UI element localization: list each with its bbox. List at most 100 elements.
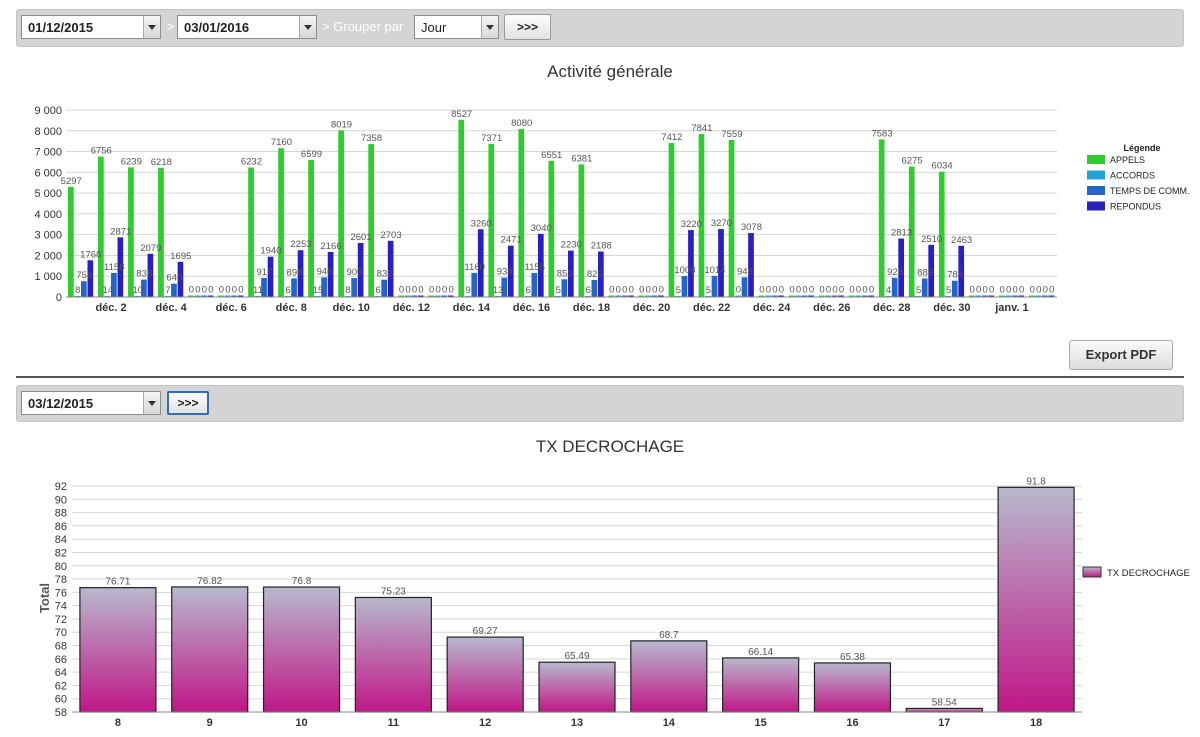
activity-data-label: 0 <box>429 285 434 296</box>
activity-bar <box>711 275 718 297</box>
activity-bar <box>921 278 928 297</box>
tx-data-label: 76.8 <box>292 576 312 587</box>
activity-data-label: 5 <box>946 285 951 296</box>
export-pdf-button[interactable]: Export PDF <box>1069 340 1173 370</box>
group-by-select[interactable]: Jour <box>414 15 499 39</box>
y-tick-label: 66 <box>55 654 67 666</box>
tx-bar <box>538 661 616 713</box>
activity-bar <box>561 279 568 297</box>
activity-bar <box>368 144 375 297</box>
activity-bar <box>308 159 314 297</box>
activity-data-label: 7559 <box>721 129 742 140</box>
date-filter-toolbar: 01/12/2015 > 03/01/2016 > Grouper par Jo… <box>16 9 1184 47</box>
activity-data-label: 0 <box>802 285 807 296</box>
date-from-select[interactable]: 01/12/2015 <box>21 15 161 39</box>
activity-data-label: 909 <box>347 267 363 278</box>
activity-data-label: 6232 <box>241 157 262 168</box>
activity-data-label: 6551 <box>541 150 562 161</box>
y-tick-label: 82 <box>55 547 67 559</box>
activity-bar <box>338 130 344 297</box>
activity-data-label: 0 <box>849 285 854 296</box>
activity-data-label: 0 <box>856 285 861 296</box>
activity-data-label: 0 <box>826 285 831 296</box>
date-to-select[interactable]: 03/01/2016 <box>177 15 317 39</box>
chevron-down-icon[interactable] <box>299 16 316 38</box>
tx-bar <box>171 586 249 713</box>
activity-data-label: 0 <box>208 285 213 296</box>
y-tick-label: 3 000 <box>34 230 62 242</box>
activity-data-label: 0 <box>862 285 867 296</box>
tx-data-label: 65.49 <box>564 651 589 662</box>
chevron-down-icon[interactable] <box>143 392 160 414</box>
activity-bar <box>98 156 104 297</box>
day-date-select[interactable]: 03/12/2015 <box>21 391 161 415</box>
chevron-down-icon[interactable] <box>143 16 160 38</box>
activity-data-label: 0 <box>225 285 230 296</box>
activity-data-label: 1158 <box>104 262 124 273</box>
y-tick-label: 72 <box>55 614 67 626</box>
activity-data-label: 8527 <box>451 109 472 120</box>
y-tick-label: 6 000 <box>34 167 62 179</box>
activity-data-label: 5 <box>676 285 681 296</box>
x-tick-label: 14 <box>663 717 676 729</box>
day-date-value: 03/12/2015 <box>28 396 94 411</box>
tx-data-label: 58.54 <box>932 697 957 708</box>
apply-range-button[interactable]: >>> <box>504 14 551 40</box>
legend-entry: APPELS <box>1110 155 1145 165</box>
legend-swatch <box>1087 201 1105 211</box>
activity-data-label: 5 <box>916 285 921 296</box>
activity-data-label: 0 <box>1036 285 1041 296</box>
activity-bar <box>278 148 284 297</box>
tx-data-label: 76.71 <box>105 577 130 588</box>
activity-data-label: 0 <box>796 285 801 296</box>
y-tick-label: 92 <box>55 481 67 493</box>
activity-data-label: 948 <box>737 266 753 277</box>
x-tick-label: 18 <box>1030 717 1042 729</box>
activity-data-label: 640 <box>166 273 182 284</box>
tx-data-label: 65.38 <box>840 652 865 663</box>
x-tick-label: 13 <box>571 717 583 729</box>
activity-data-label: 8 <box>345 285 350 296</box>
activity-data-label: 923 <box>887 267 903 278</box>
activity-data-label: 3260 <box>471 218 492 229</box>
activity-data-label: 7371 <box>481 133 502 144</box>
activity-bar <box>458 119 465 298</box>
activity-chart-title: Activité générale <box>547 62 673 81</box>
x-tick-label: 11 <box>388 717 400 729</box>
activity-data-label: 15 <box>313 285 324 296</box>
activity-data-label: 0 <box>629 285 634 296</box>
activity-bar <box>748 233 754 297</box>
activity-data-label: 5 <box>556 285 561 296</box>
activity-data-label: 0 <box>1006 285 1011 296</box>
activity-data-label: 0 <box>448 285 453 296</box>
activity-data-label: 8 <box>75 285 80 296</box>
activity-data-label: 889 <box>917 268 933 279</box>
activity-data-label: 2188 <box>591 241 612 252</box>
y-tick-label: 84 <box>55 534 67 546</box>
x-tick-label: déc. 6 <box>216 302 247 314</box>
activity-data-label: 2601 <box>350 232 371 243</box>
x-tick-label: déc. 16 <box>513 302 550 314</box>
chevron-down-icon[interactable] <box>481 16 498 38</box>
x-tick-label: 9 <box>207 717 213 729</box>
legend-title: Légende <box>1123 143 1160 153</box>
activity-data-label: 6 <box>586 285 591 296</box>
y-tick-label: 70 <box>55 627 67 639</box>
legend-entry: TEMPS DE COMM. <box>1110 186 1190 196</box>
activity-data-label: 2510 <box>921 234 942 245</box>
y-tick-label: 58 <box>55 707 67 719</box>
activity-data-label: 2871 <box>110 226 131 237</box>
x-tick-label: 17 <box>938 717 950 729</box>
activity-data-label: 0 <box>1030 285 1035 296</box>
x-tick-label: déc. 20 <box>633 302 670 314</box>
y-tick-label: 64 <box>55 667 67 679</box>
activity-data-label: 0 <box>759 285 764 296</box>
y-tick-label: 76 <box>55 587 67 599</box>
tx-chart-y-axis-label: Total <box>37 583 52 613</box>
activity-data-label: 6 <box>285 285 290 296</box>
apply-day-button[interactable]: >>> <box>167 391 209 415</box>
activity-data-label: 1160 <box>464 262 484 273</box>
tx-data-label: 69.27 <box>473 626 498 637</box>
activity-data-label: 946 <box>317 266 333 277</box>
activity-data-label: 9 <box>465 285 470 296</box>
